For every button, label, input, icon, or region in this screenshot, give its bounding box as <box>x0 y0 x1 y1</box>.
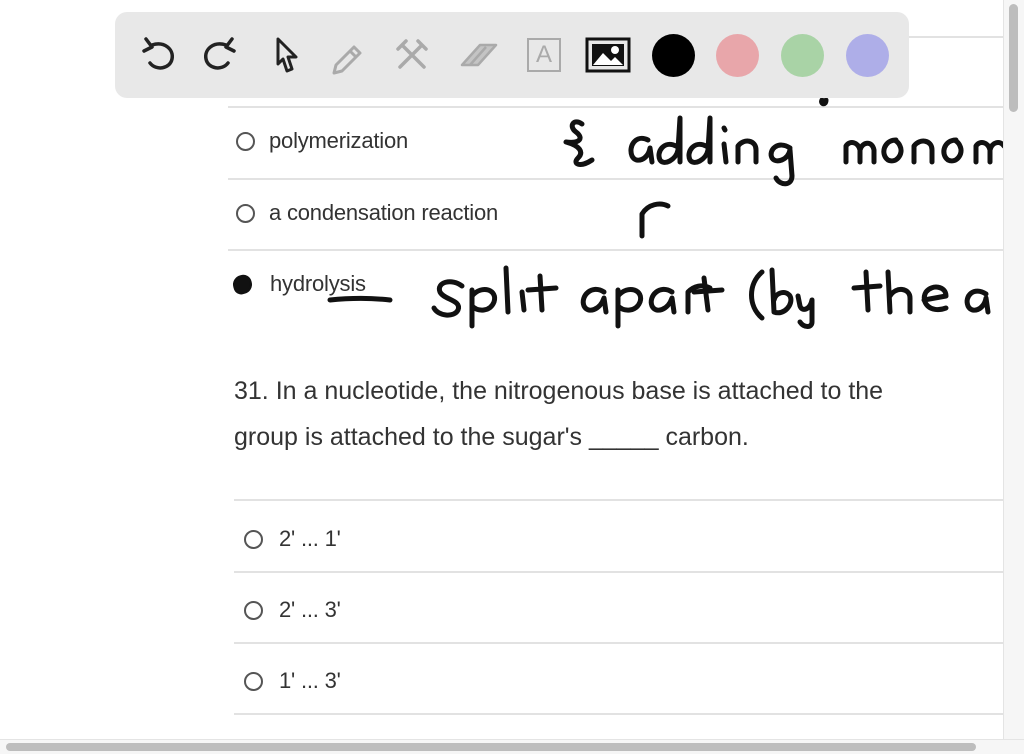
image-tool-button[interactable] <box>585 32 631 78</box>
answer-option-polymerization[interactable]: polymerization <box>236 128 408 154</box>
drawing-toolbar: A <box>115 12 909 98</box>
answer-option-1-3[interactable]: 1' ... 3' <box>244 668 341 694</box>
question-text-line: group is attached to the sugar's _____ c… <box>234 423 749 451</box>
hammer-wrench-icon <box>396 39 428 69</box>
radio-button[interactable] <box>236 131 255 151</box>
radio-button-selected[interactable] <box>230 272 255 296</box>
horizontal-scrollbar-thumb[interactable] <box>6 743 976 751</box>
eraser-tool-button[interactable] <box>455 32 501 78</box>
redo-button[interactable] <box>197 32 243 78</box>
option-label: 1' ... 3' <box>279 668 341 693</box>
divider <box>234 571 1004 573</box>
text-box-icon: A <box>527 38 561 72</box>
answer-option-hydrolysis[interactable]: hydrolysis <box>230 271 366 297</box>
pen-tool-button[interactable] <box>325 32 371 78</box>
question-text-line: 31. In a nucleotide, the nitrogenous bas… <box>234 377 884 405</box>
question-31-text: 31. In a nucleotide, the nitrogenous bas… <box>234 368 1004 460</box>
annotation-adding-monom <box>563 97 1004 239</box>
divider <box>228 178 1004 180</box>
undo-icon <box>142 37 174 70</box>
answer-option-2-1[interactable]: 2' ... 1' <box>244 526 341 552</box>
color-swatch-green[interactable] <box>781 34 824 77</box>
worksheet-canvas[interactable]: polymerization a condensation reaction h… <box>0 0 1004 740</box>
annotation-split-apart <box>327 265 991 329</box>
pen-icon <box>332 45 362 75</box>
text-tool-glyph: A <box>535 41 552 68</box>
radio-button[interactable] <box>236 203 255 223</box>
color-swatch-lavender[interactable] <box>846 34 889 77</box>
divider <box>228 249 1004 251</box>
tools-button[interactable] <box>389 32 435 78</box>
text-tool-button[interactable]: A <box>521 32 567 78</box>
answer-option-condensation-reaction[interactable]: a condensation reaction <box>236 200 498 226</box>
vertical-scrollbar-thumb[interactable] <box>1009 4 1018 112</box>
select-tool-button[interactable] <box>263 32 309 78</box>
option-label: a condensation reaction <box>269 200 499 225</box>
option-label: hydrolysis <box>270 271 366 296</box>
divider <box>234 499 1004 501</box>
radio-button[interactable] <box>244 529 263 549</box>
radio-button[interactable] <box>244 671 263 691</box>
divider <box>228 106 1004 108</box>
eraser-icon <box>460 43 498 67</box>
option-label: 2' ... 3' <box>279 597 341 622</box>
divider <box>234 642 1004 644</box>
radio-button[interactable] <box>244 600 263 620</box>
vertical-scrollbar[interactable] <box>1003 0 1024 740</box>
divider <box>234 713 1004 715</box>
horizontal-scrollbar[interactable] <box>0 739 1024 754</box>
answer-option-2-3[interactable]: 2' ... 3' <box>244 597 341 623</box>
image-icon <box>585 37 631 73</box>
option-label: 2' ... 1' <box>279 526 341 551</box>
option-label: polymerization <box>269 128 409 153</box>
cursor-icon <box>276 37 298 73</box>
undo-button[interactable] <box>135 32 181 78</box>
redo-icon <box>204 37 236 70</box>
color-swatch-black[interactable] <box>652 34 695 77</box>
color-swatch-pink[interactable] <box>716 34 759 77</box>
